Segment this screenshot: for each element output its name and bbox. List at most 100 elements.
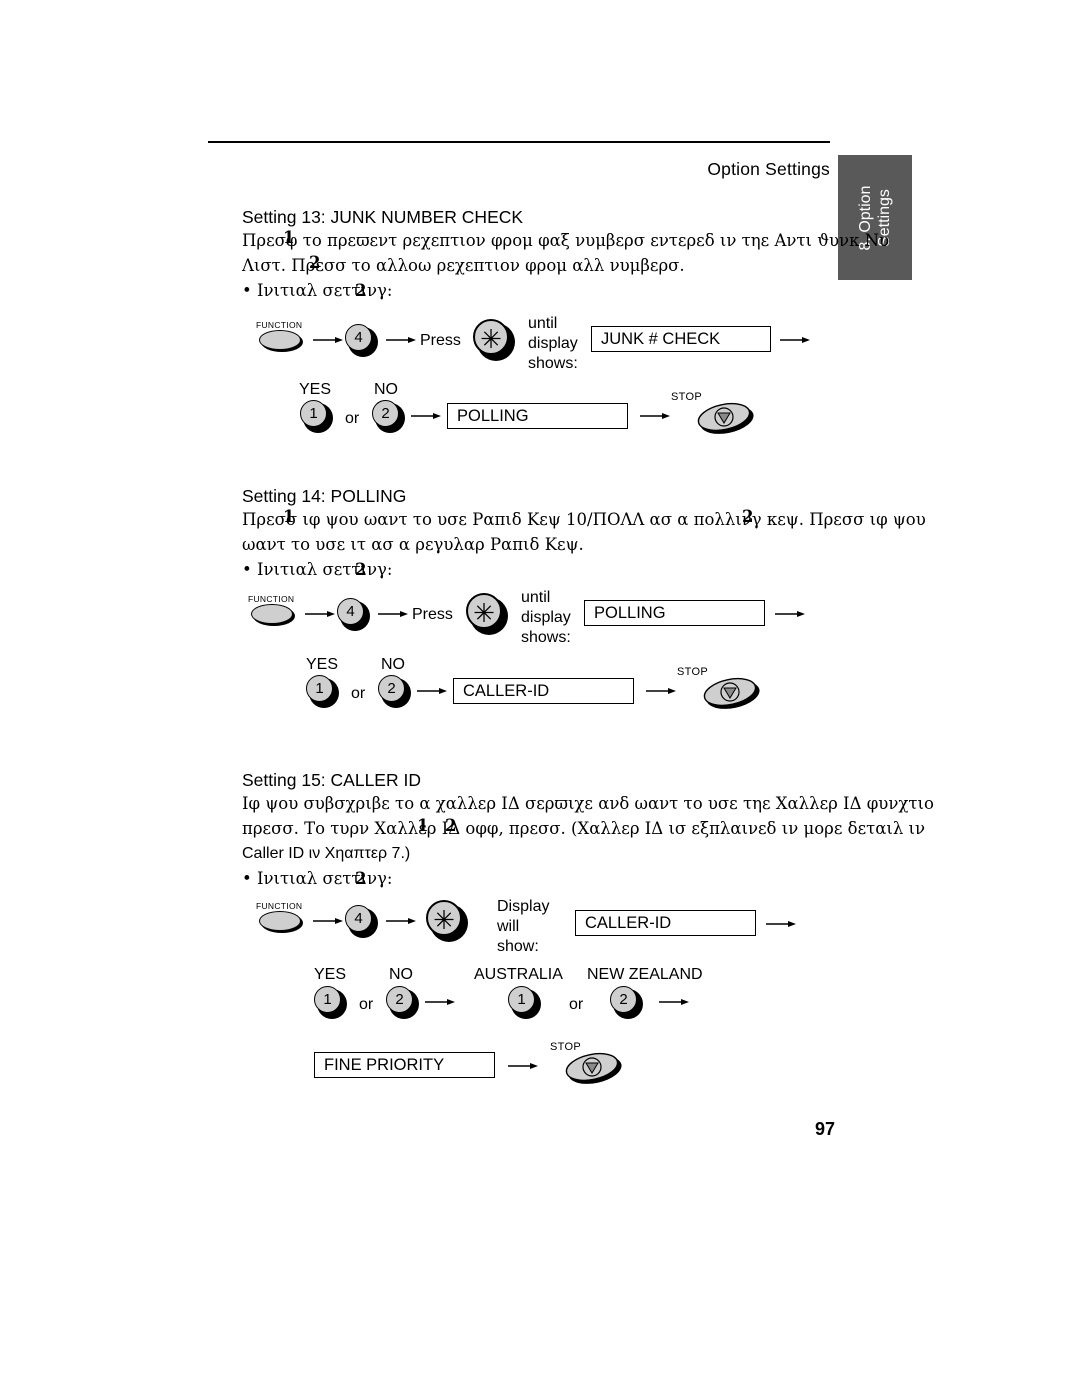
yes-label-15: YES — [314, 966, 347, 983]
initial-setting-value-13: 2 — [355, 281, 367, 300]
key-2-button-15-no[interactable]: 2 — [386, 986, 419, 1019]
arrow-icon-15-2 — [386, 914, 416, 928]
star-key-button-14[interactable]: ✳ — [466, 593, 508, 635]
until-display-shows-label-13: until display shows: — [528, 314, 578, 374]
will-label-15: will — [497, 918, 520, 935]
key-4-button-13[interactable]: 4 — [345, 324, 378, 357]
function-button-15[interactable] — [259, 911, 303, 933]
key-4-label-13: 4 — [354, 329, 363, 346]
or-label-15-a: or — [359, 996, 374, 1013]
display-readout-polling-13: POLLING — [447, 403, 628, 429]
key-4-button-14[interactable]: 4 — [337, 598, 370, 631]
initial-setting-line-14: • Ινιτιαλ σεττινγ: — [242, 560, 393, 579]
arrow-icon-13-5 — [640, 409, 670, 423]
initial-setting-line-13: • Ινιτιαλ σεττινγ: — [242, 281, 393, 300]
manual-page: Option Settings 8. Option Settings Setti… — [0, 0, 1080, 1397]
inline-key-ref-15b: 2 — [445, 816, 457, 835]
section-title-setting-13: Setting 13: JUNK NUMBER CHECK — [242, 207, 524, 227]
section-title-setting-15: Setting 15: CALLER ID — [242, 770, 421, 790]
shows-label-13: shows: — [528, 355, 578, 372]
show-label-15: show: — [497, 938, 539, 955]
display-readout-junk-check: JUNK # CHECK — [591, 326, 771, 352]
function-button-14[interactable] — [251, 604, 295, 626]
function-button-label-13: FUNCTION — [256, 320, 303, 330]
no-label-13: NO — [374, 381, 398, 398]
display-readout-caller-id-14: CALLER-ID — [453, 678, 634, 704]
arrow-icon-13-4 — [411, 409, 441, 423]
arrow-icon-13-3 — [780, 333, 810, 347]
arrow-icon-14-4 — [417, 684, 447, 698]
display-readout-fine-priority: FINE PRIORITY — [314, 1052, 495, 1078]
or-label-13: or — [345, 410, 360, 427]
inline-key-ref-13b: 2 — [309, 253, 321, 272]
section-title-setting-14: Setting 14: POLLING — [242, 486, 407, 506]
stop-button-14[interactable] — [700, 676, 762, 710]
display-will-show-label-15: Display will show: — [497, 897, 549, 957]
chapter-side-tab: 8. Option Settings — [838, 155, 912, 280]
key-2-label-15-new-zealand: 2 — [619, 991, 628, 1008]
or-label-15-b: or — [569, 996, 584, 1013]
arrow-icon-13-2 — [386, 333, 416, 347]
arrow-icon-15-3 — [766, 917, 796, 931]
function-button-face-14 — [251, 604, 293, 624]
arrow-icon-14-2 — [378, 607, 408, 621]
key-2-button-15-new-zealand[interactable]: 2 — [610, 986, 643, 1019]
header-divider — [208, 141, 830, 143]
initial-setting-line-15: • Ινιτιαλ σεττινγ: — [242, 869, 393, 888]
arrow-icon-14-3 — [775, 607, 805, 621]
inline-key-ref-15a: 1 — [417, 816, 429, 835]
key-4-label-15: 4 — [354, 910, 363, 927]
star-key-label-13: ✳ — [480, 324, 502, 354]
key-4-button-15[interactable]: 4 — [345, 905, 378, 938]
function-button-label-14: FUNCTION — [248, 594, 295, 604]
yes-label-14: YES — [306, 656, 339, 673]
stop-button-13[interactable] — [694, 401, 756, 435]
arrow-icon-15-6 — [508, 1059, 538, 1073]
press-label-14: Press — [412, 606, 453, 623]
key-2-label-14: 2 — [387, 680, 396, 697]
until-label-14: until — [521, 589, 551, 606]
display-label-14: display — [521, 609, 571, 626]
section-body-setting-15-line-1: Ιφ ψου συβσχριβε το α χαλλερ ΙΔ σερϖιχε … — [242, 794, 934, 813]
arrow-icon-14-5 — [646, 684, 676, 698]
no-label-15: NO — [389, 966, 413, 983]
key-1-label-15-australia: 1 — [517, 991, 526, 1008]
star-key-button-13[interactable]: ✳ — [473, 319, 515, 361]
star-key-label-15: ✳ — [433, 905, 455, 935]
section-body-setting-14-line-2: ωαντ το υσε ιτ ασ α ρεγυλαρ Ραπιδ Κεψ. — [242, 535, 584, 554]
yes-label-13: YES — [299, 381, 332, 398]
key-2-label-15-no: 2 — [395, 991, 404, 1008]
function-button-face-15 — [259, 911, 301, 931]
star-key-button-15[interactable]: ✳ — [426, 900, 468, 942]
stop-button-15[interactable] — [562, 1051, 624, 1085]
key-1-button-13[interactable]: 1 — [300, 400, 333, 433]
key-1-label-15-yes: 1 — [323, 991, 332, 1008]
key-2-button-14[interactable]: 2 — [378, 675, 411, 708]
key-1-button-15-yes[interactable]: 1 — [314, 986, 347, 1019]
display-label-13: display — [528, 335, 578, 352]
section-body-setting-13-line-1: Πρεσφ το πρεϖεντ ρεχεπτιον φρομ φαξ νυμβ… — [242, 231, 890, 250]
press-label-13: Press — [420, 332, 461, 349]
inline-key-ref-14a: 1 — [283, 507, 295, 526]
inline-key-ref-13a: 1 — [283, 228, 295, 247]
key-1-button-14[interactable]: 1 — [306, 675, 339, 708]
display-readout-caller-id-15: CALLER-ID — [575, 910, 756, 936]
arrow-icon-15-5 — [659, 995, 689, 1009]
section-body-setting-14-line-1: Πρεσσ ιφ ψου ωαντ το υσε Ραπιδ Κεψ 10/ΠΟ… — [242, 510, 926, 529]
inline-key-ref-14b: 2 — [742, 507, 754, 526]
key-1-label-14: 1 — [315, 680, 324, 697]
function-button-13[interactable] — [259, 330, 303, 352]
or-label-14: or — [351, 685, 366, 702]
initial-setting-value-15: 2 — [355, 869, 367, 888]
function-button-label-15: FUNCTION — [256, 901, 303, 911]
key-1-button-15-australia[interactable]: 1 — [508, 986, 541, 1019]
function-button-face-13 — [259, 330, 301, 350]
initial-setting-value-14: 2 — [355, 560, 367, 579]
page-number: 97 — [814, 1119, 835, 1139]
star-key-label-14: ✳ — [473, 598, 495, 628]
page-header-title: Option Settings — [707, 159, 830, 179]
display-readout-polling-14: POLLING — [584, 600, 765, 626]
key-2-button-13[interactable]: 2 — [372, 400, 405, 433]
arrow-icon-15-1 — [313, 914, 343, 928]
display-word-label-15: Display — [497, 898, 550, 915]
